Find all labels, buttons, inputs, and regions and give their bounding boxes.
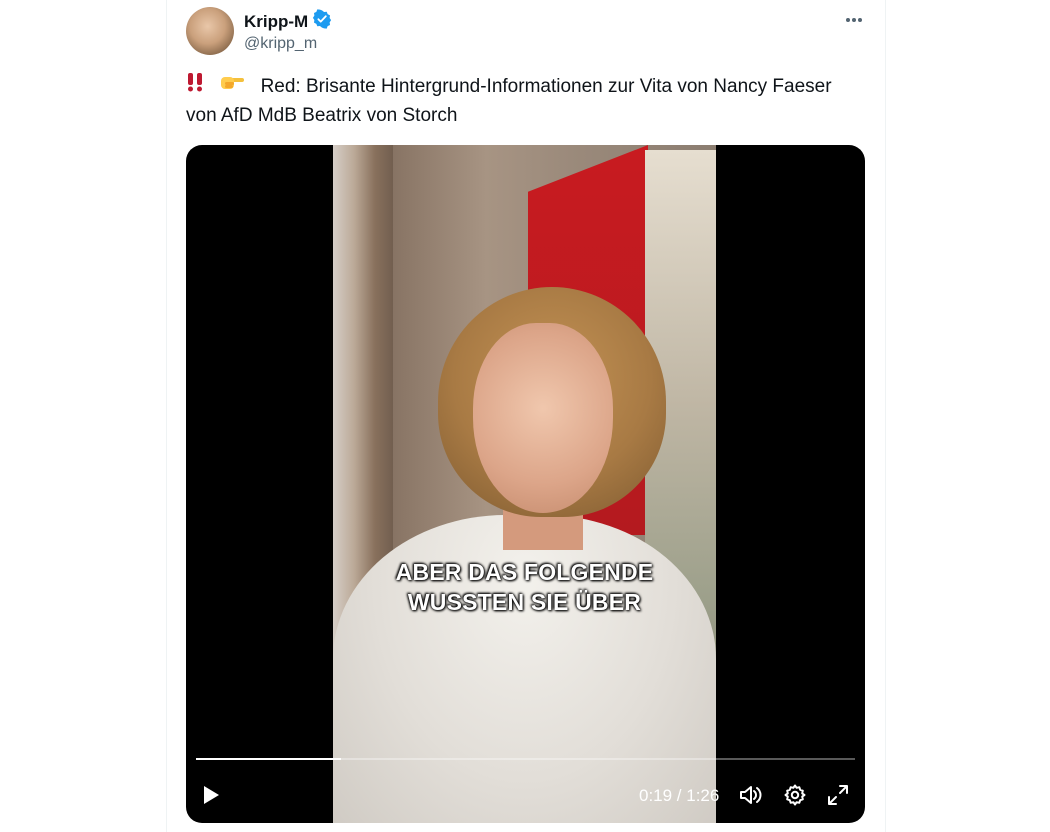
pointing-right-hand-icon	[219, 72, 245, 101]
more-options-icon[interactable]	[840, 6, 868, 34]
tweet-text: Red: Brisante Hintergrund-Informationen …	[186, 72, 846, 130]
video-progress-bar[interactable]	[196, 758, 855, 760]
settings-gear-icon[interactable]	[783, 781, 807, 809]
avatar[interactable]	[186, 7, 234, 55]
video-player[interactable]: ABER DAS FOLGENDE WUSSTEN SIE ÜBER 0:19 …	[186, 145, 865, 823]
timeline-right-border	[885, 0, 886, 832]
fullscreen-icon[interactable]	[826, 781, 850, 809]
author-handle[interactable]: @kripp_m	[244, 35, 317, 53]
video-frame[interactable]: ABER DAS FOLGENDE WUSSTEN SIE ÜBER	[333, 145, 716, 823]
author-display-name[interactable]: Kripp-M	[244, 12, 308, 32]
video-progress-fill	[196, 758, 341, 760]
author-name-row: Kripp-M	[244, 9, 332, 34]
volume-icon[interactable]	[738, 781, 764, 809]
tweet-body-text: Red: Brisante Hintergrund-Informationen …	[186, 76, 832, 126]
video-subtitle-line-1: ABER DAS FOLGENDE	[395, 559, 654, 585]
play-icon[interactable]	[200, 781, 222, 809]
video-time-display: 0:19 / 1:26	[639, 786, 720, 805]
double-exclamation-icon	[186, 72, 204, 101]
video-subtitle: ABER DAS FOLGENDE WUSSTEN SIE ÜBER	[333, 557, 716, 617]
tweet-card[interactable]: Kripp-M @kripp_m Red: Brisante Hintergru…	[166, 0, 885, 832]
verified-badge-icon	[312, 9, 332, 34]
video-person-face	[473, 323, 613, 513]
video-subtitle-line-2: WUSSTEN SIE ÜBER	[407, 589, 642, 615]
